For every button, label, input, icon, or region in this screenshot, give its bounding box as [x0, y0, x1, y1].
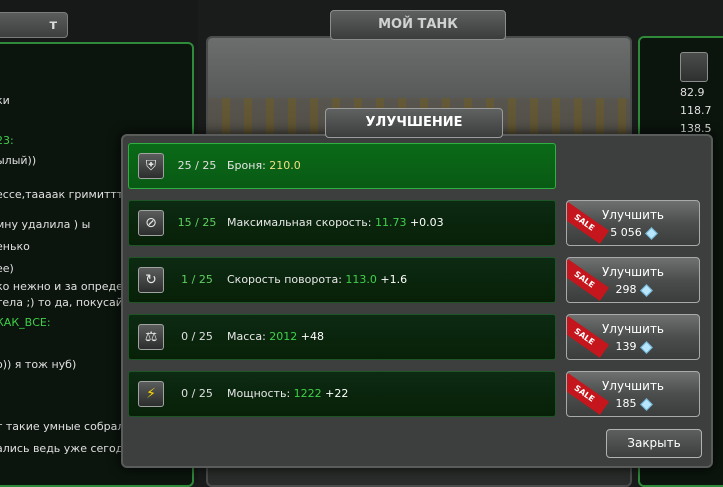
- chat-line: т такие умные собрали: [0, 420, 132, 433]
- upgrade-label: Мощность: 1222 +22: [227, 372, 348, 416]
- crystal-icon: [644, 226, 658, 240]
- stat-name: Масса:: [227, 330, 266, 343]
- chat-line: ессе,тааaак гримиттт: [0, 188, 124, 201]
- chat-line: 23:: [0, 134, 14, 147]
- weight-icon: ⚖: [138, 324, 164, 350]
- upgrade-price: 5 056: [567, 226, 699, 240]
- shield-icon: ⛨: [138, 153, 164, 179]
- upgrade-price: 139: [567, 340, 699, 354]
- upgrade-button-max-speed[interactable]: SALE Улучшить 5 056: [566, 200, 700, 246]
- chat-line: ко нежно и за определе: [0, 280, 137, 293]
- upgrade-button-label: Улучшить: [601, 322, 664, 336]
- stat-name: Броня:: [227, 159, 266, 172]
- stat-increment: +1.6: [380, 273, 408, 286]
- turn-icon: ↻: [138, 267, 164, 293]
- upgrade-level: 25 / 25: [177, 159, 217, 172]
- stat-name: Скорость поворота:: [227, 273, 342, 286]
- stat-value: 11.73: [374, 216, 407, 229]
- stat-name: Максимальная скорость:: [227, 216, 372, 229]
- chat-line: ылый)): [0, 154, 37, 167]
- stat-value: 113.0: [345, 273, 377, 286]
- upgrade-button-label: Улучшить: [601, 379, 664, 393]
- upgrade-level: 0 / 25: [181, 387, 213, 400]
- chat-line: енько: [0, 240, 30, 253]
- modal-title: УЛУЧШЕНИЕ: [325, 108, 503, 138]
- upgrade-level: 0 / 25: [181, 330, 213, 343]
- upgrade-row-turn-speed: ↻ 1 / 25 Скорость поворота: 113.0 +1.6: [128, 257, 556, 303]
- upgrade-button-label: Улучшить: [601, 208, 664, 222]
- crystal-icon: [639, 397, 653, 411]
- stat-value: 82.9: [680, 86, 705, 99]
- upgrade-label: Броня: 210.0: [227, 144, 301, 188]
- upgrade-row-max-speed: ⊘ 15 / 25 Максимальная скорость: 11.73 +…: [128, 200, 556, 246]
- stat-name: Мощность:: [227, 387, 291, 400]
- chat-line: ки: [0, 94, 10, 107]
- stat-increment: +22: [325, 387, 349, 400]
- crystal-icon: [639, 283, 653, 297]
- chat-line: ее): [0, 262, 14, 275]
- crystal-icon: [639, 340, 653, 354]
- stat-increment: +0.03: [409, 216, 444, 229]
- upgrade-price: 185: [567, 397, 699, 411]
- upgrade-label: Максимальная скорость: 11.73 +0.03: [227, 201, 444, 245]
- my-tank-tab[interactable]: МОЙ ТАНК: [330, 10, 506, 40]
- lightning-icon: ⚡: [138, 381, 164, 407]
- upgrade-button-mass[interactable]: SALE Улучшить 139: [566, 314, 700, 360]
- chat-line: ались ведь уже сегодня: [0, 442, 138, 455]
- chat-line: о)) я тож нуб): [0, 358, 77, 371]
- speed-icon: ⊘: [138, 210, 164, 236]
- stat-value: 118.7: [680, 104, 712, 117]
- upgrade-row-power: ⚡ 0 / 25 Мощность: 1222 +22: [128, 371, 556, 417]
- chat-line: КАК_ВСЕ:: [0, 316, 51, 329]
- stat-value: 2012: [269, 330, 298, 343]
- upgrade-row-mass: ⚖ 0 / 25 Масса: 2012 +48: [128, 314, 556, 360]
- chat-line: мну удалила ) ы: [0, 218, 91, 231]
- upgrade-button-label: Улучшить: [601, 265, 664, 279]
- upgrade-label: Масса: 2012 +48: [227, 315, 324, 359]
- upgrade-button-turn-speed[interactable]: SALE Улучшить 298: [566, 257, 700, 303]
- upgrade-label: Скорость поворота: 113.0 +1.6: [227, 258, 407, 302]
- stat-value: 1222: [293, 387, 322, 400]
- shield-icon: [680, 52, 708, 82]
- upgrade-price: 298: [567, 283, 699, 297]
- upgrade-level: 1 / 25: [181, 273, 213, 286]
- upgrade-level: 15 / 25: [177, 216, 217, 229]
- chat-line: тела ;) то да, покусай))): [0, 296, 136, 309]
- stat-value: 210.0: [269, 159, 301, 172]
- close-button[interactable]: Закрыть: [606, 429, 702, 458]
- upgrade-button-power[interactable]: SALE Улучшить 185: [566, 371, 700, 417]
- upgrade-row-armor: ⛨ 25 / 25 Броня: 210.0: [128, 143, 556, 189]
- chat-tab[interactable]: т: [0, 12, 68, 38]
- stat-increment: +48: [300, 330, 324, 343]
